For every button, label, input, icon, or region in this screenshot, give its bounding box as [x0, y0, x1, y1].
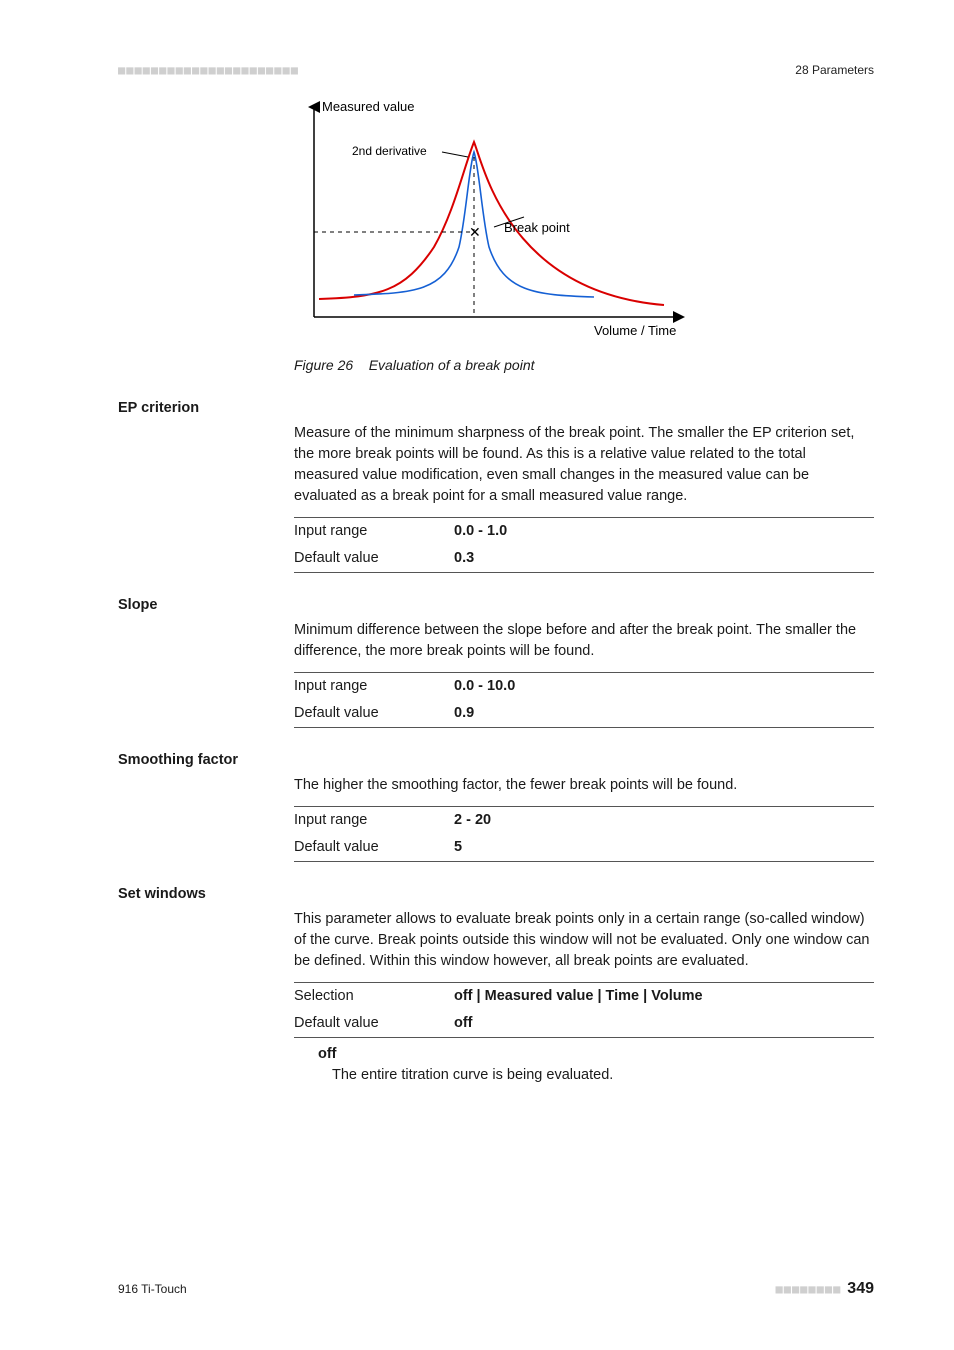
heading-smoothing: Smoothing factor: [118, 750, 874, 771]
deriv-label: 2nd derivative: [352, 144, 427, 158]
row-value: 0.0 - 1.0: [454, 517, 874, 545]
page-footer: 916 Ti-Touch ■■■■■■■■ 349: [118, 1277, 874, 1300]
y-axis-label: Measured value: [322, 99, 415, 114]
row-value: 0.9: [454, 700, 874, 728]
para-smoothing: The higher the smoothing factor, the few…: [294, 775, 874, 796]
header-chapter: 28 Parameters: [795, 62, 874, 79]
row-label: Input range: [294, 517, 454, 545]
table-ep-criterion: Input range0.0 - 1.0 Default value0.3: [294, 517, 874, 573]
row-label: Selection: [294, 983, 454, 1011]
option-term: off: [318, 1044, 874, 1065]
break-point-figure: Measured value 2nd derivative ✕ Break po…: [294, 97, 734, 342]
table-set-windows: Selectionoff | Measured value | Time | V…: [294, 982, 874, 1038]
row-label: Default value: [294, 700, 454, 728]
table-smoothing: Input range2 - 20 Default value5: [294, 806, 874, 862]
figure-number: Figure 26: [294, 357, 353, 373]
heading-ep-criterion: EP criterion: [118, 398, 874, 419]
section-smoothing: Smoothing factor The higher the smoothin…: [118, 750, 874, 862]
para-ep-criterion: Measure of the minimum sharpness of the …: [294, 423, 874, 507]
row-value: 0.3: [454, 545, 874, 573]
footer-device: 916 Ti-Touch: [118, 1281, 187, 1298]
heading-set-windows: Set windows: [118, 884, 874, 905]
page-header: ■■■■■■■■■■■■■■■■■■■■■■ 28 Parameters: [118, 62, 874, 79]
figure-caption: Figure 26 Evaluation of a break point: [294, 355, 874, 375]
figure-caption-text: Evaluation of a break point: [369, 357, 535, 373]
page-number: 349: [847, 1280, 874, 1297]
header-dots: ■■■■■■■■■■■■■■■■■■■■■■: [118, 62, 299, 79]
option-desc: The entire titration curve is being eval…: [332, 1065, 874, 1086]
section-set-windows: Set windows This parameter allows to eva…: [118, 884, 874, 1086]
row-label: Default value: [294, 1010, 454, 1038]
row-value: 2 - 20: [454, 806, 874, 834]
section-slope: Slope Minimum difference between the slo…: [118, 595, 874, 728]
row-label: Default value: [294, 834, 454, 862]
heading-slope: Slope: [118, 595, 874, 616]
section-ep-criterion: EP criterion Measure of the minimum shar…: [118, 398, 874, 573]
row-value: 5: [454, 834, 874, 862]
row-value: 0.0 - 10.0: [454, 672, 874, 700]
row-value: off | Measured value | Time | Volume: [454, 983, 874, 1011]
row-label: Input range: [294, 672, 454, 700]
table-slope: Input range0.0 - 10.0 Default value0.9: [294, 672, 874, 728]
break-point-label: Break point: [504, 220, 570, 235]
svg-text:✕: ✕: [469, 224, 481, 240]
row-label: Input range: [294, 806, 454, 834]
footer-dots: ■■■■■■■■: [776, 1282, 842, 1296]
x-axis-label: Volume / Time: [594, 323, 676, 338]
row-label: Default value: [294, 545, 454, 573]
row-value: off: [454, 1010, 874, 1038]
para-set-windows: This parameter allows to evaluate break …: [294, 909, 874, 972]
figure-block: Measured value 2nd derivative ✕ Break po…: [294, 97, 874, 375]
para-slope: Minimum difference between the slope bef…: [294, 620, 874, 662]
